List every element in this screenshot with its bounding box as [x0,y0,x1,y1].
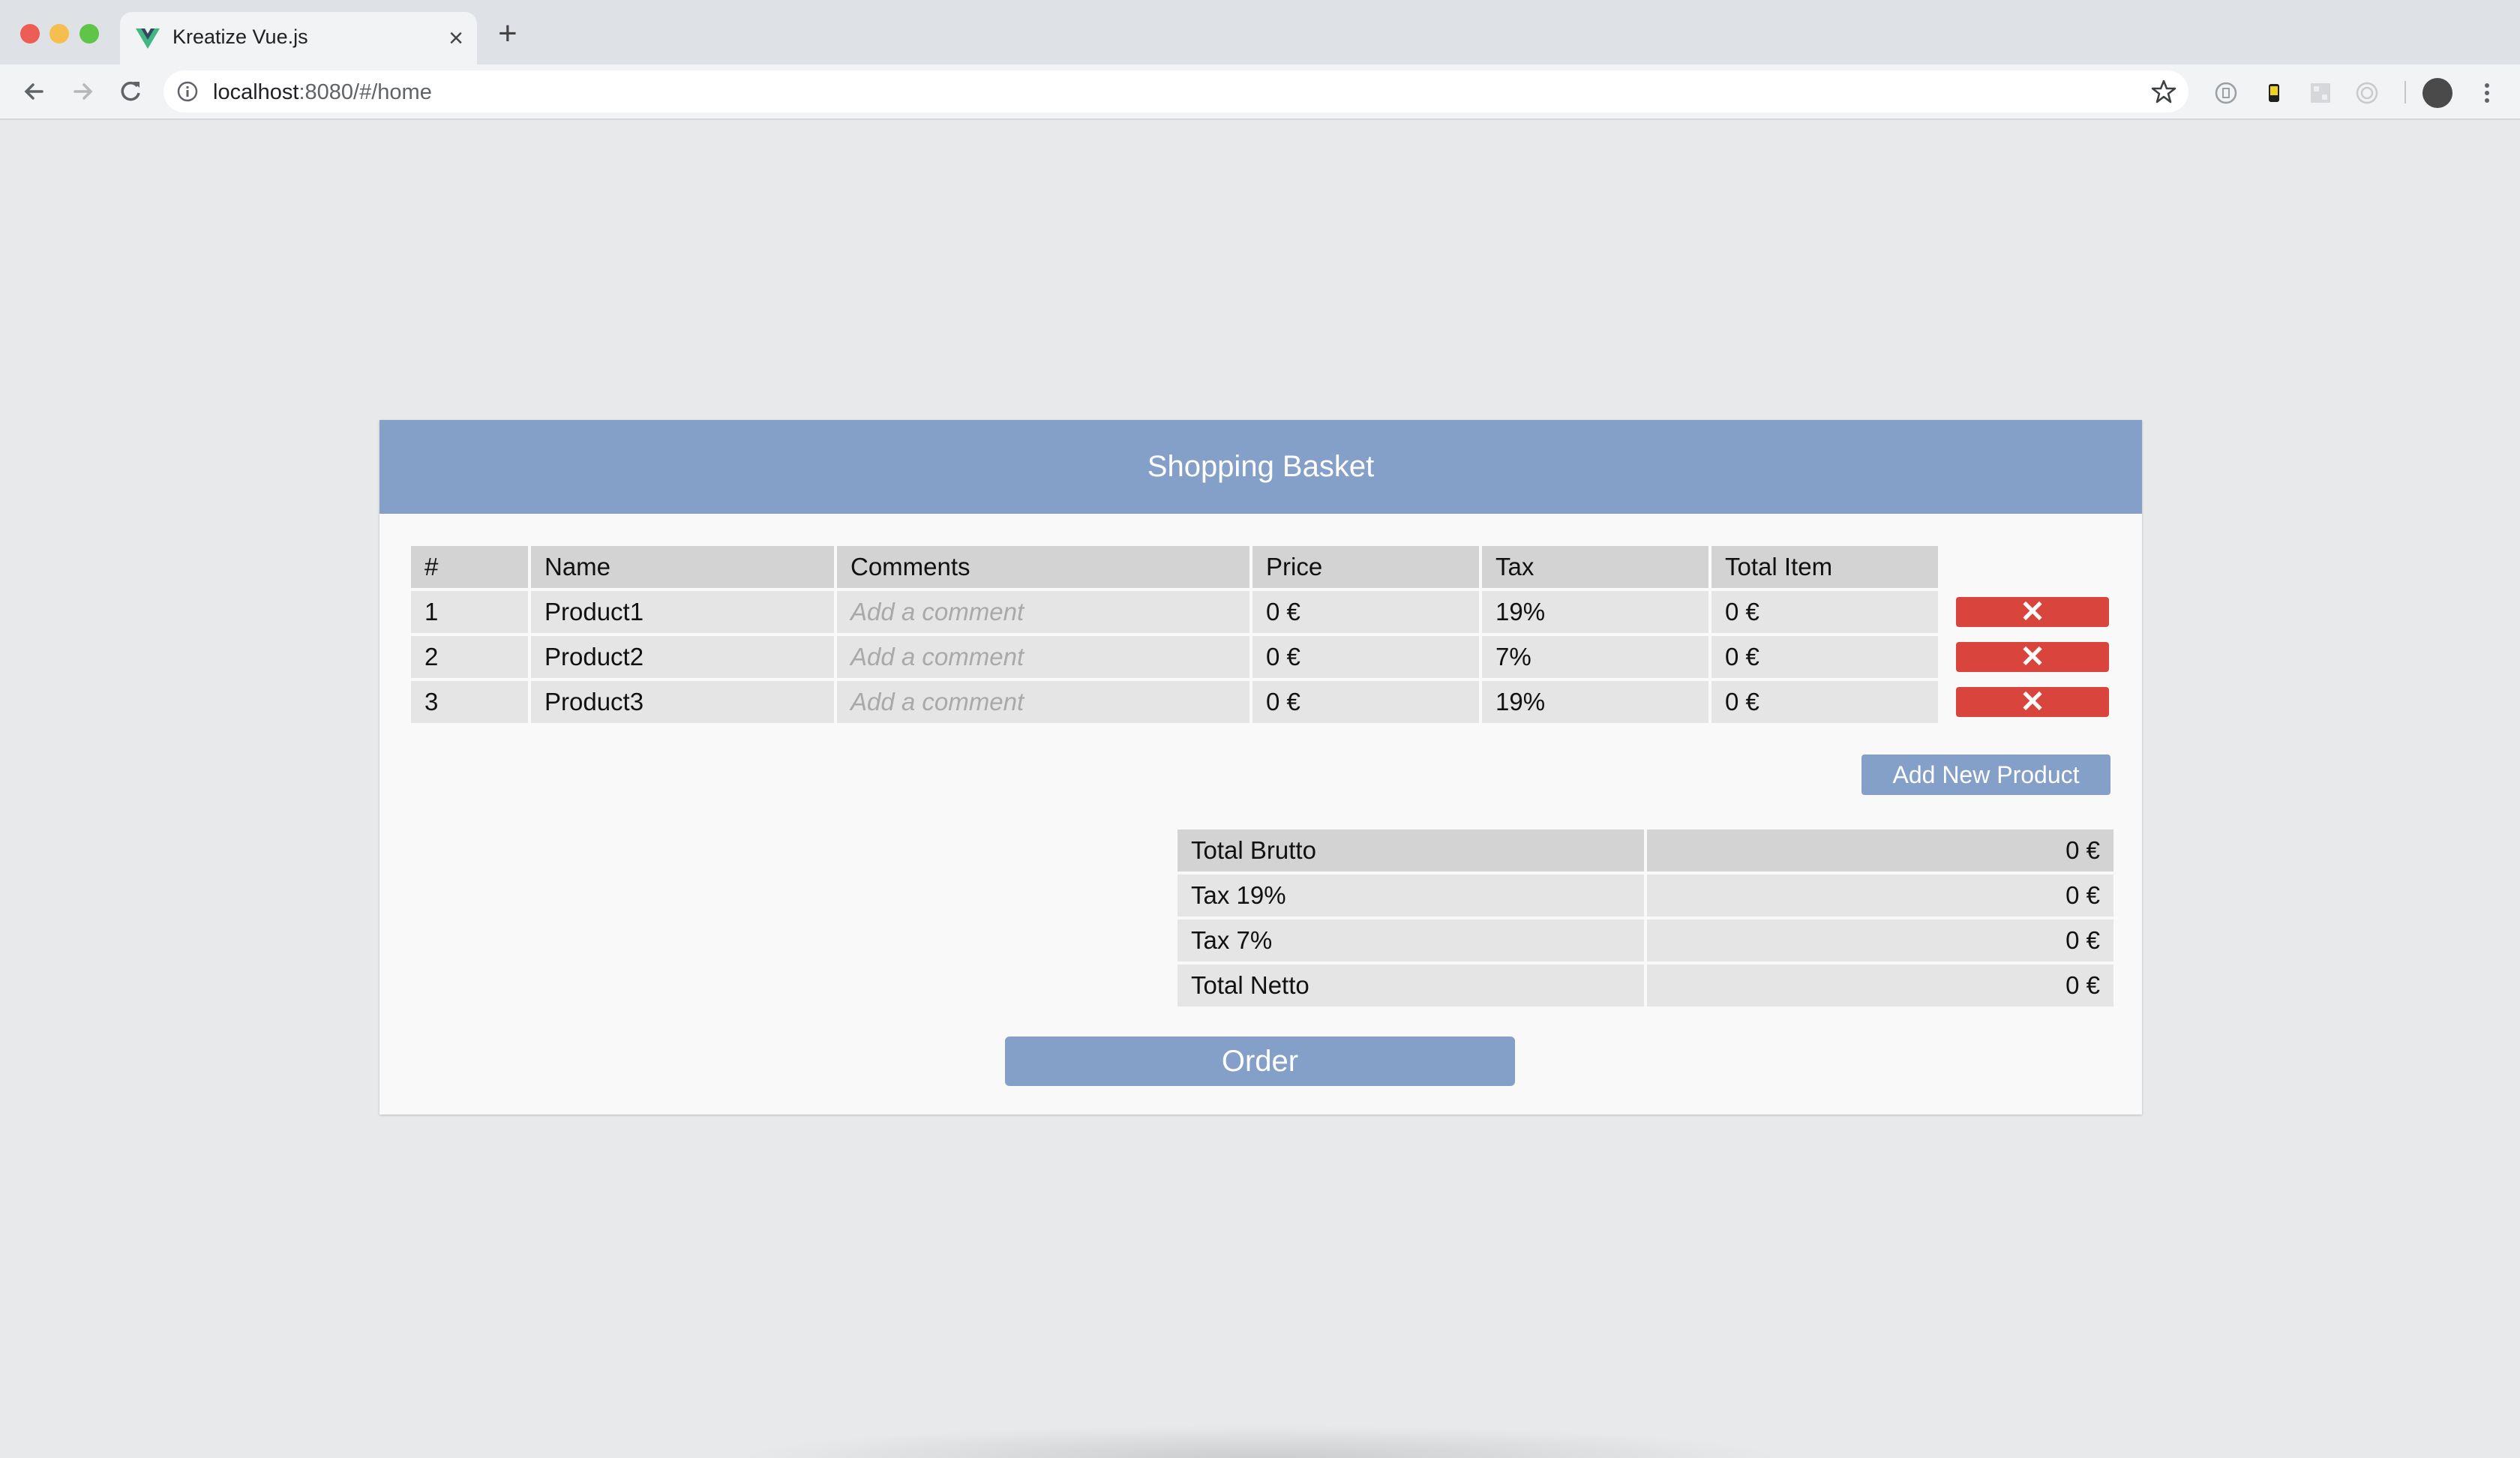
extension-circle-icon[interactable] [2212,80,2240,106]
close-x-icon: ✕ [2020,640,2045,674]
back-arrow-icon[interactable] [18,75,51,108]
row-number: 2 [411,636,528,678]
tax-7-value: 0 € [1647,920,2114,962]
totals-row: Total Brutto 0 € [1178,830,2114,872]
total-netto-label: Total Netto [1178,964,1644,1006]
column-header-tax: Tax [1482,546,1708,588]
tax-7-label: Tax 7% [1178,920,1644,962]
table-header-row: # Name Comments Price Tax Total Item [411,546,2109,588]
product-name: Product2 [531,636,834,678]
row-number: 3 [411,681,528,723]
maximize-window-button[interactable] [80,24,99,44]
column-header-name: Name [531,546,834,588]
row-number: 1 [411,591,528,633]
total-netto-value: 0 € [1647,964,2114,1006]
comment-input[interactable]: Add a comment [837,636,1250,678]
more-menu-icon[interactable] [2480,78,2494,108]
total-brutto-label: Total Brutto [1178,830,1644,872]
total-brutto-value: 0 € [1647,830,2114,872]
tax-19-label: Tax 19% [1178,874,1644,916]
product-price: 0 € [1252,636,1479,678]
tab-strip: Kreatize Vue.js × + [0,0,2520,64]
product-name: Product1 [531,591,834,633]
product-tax: 7% [1482,636,1708,678]
browser-toolbar: localhost:8080/#/home [0,64,2520,120]
delete-cell: ✕ [1941,591,2109,633]
totals-table: Total Brutto 0 € Tax 19% 0 € Tax 7% 0 € … [1174,826,2116,1010]
totals-row: Tax 7% 0 € [1178,920,2114,962]
url-text: localhost:8080/#/home [213,80,432,105]
window-shadow [735,1425,1785,1458]
delete-product-button[interactable]: ✕ [1956,687,2109,717]
vue-logo-icon [136,28,160,49]
close-x-icon: ✕ [2020,686,2045,718]
tab-title: Kreatize Vue.js [172,26,308,48]
add-new-product-button[interactable]: Add New Product [1862,754,2110,795]
forward-arrow-icon[interactable] [66,75,99,108]
delete-product-button[interactable]: ✕ [1956,597,2109,627]
extension-battery-icon[interactable] [2260,80,2288,106]
table-row: 2 Product2 Add a comment 0 € 7% 0 € ✕ [411,636,2109,678]
product-total: 0 € [1712,636,1938,678]
new-tab-icon[interactable]: + [498,16,518,51]
column-header-actions [1941,546,2109,588]
table-row: 1 Product1 Add a comment 0 € 19% 0 € ✕ [411,591,2109,633]
close-window-button[interactable] [20,24,40,44]
reload-icon[interactable] [114,75,147,108]
order-button[interactable]: Order [1005,1036,1515,1086]
info-icon[interactable] [176,80,200,104]
comment-input[interactable]: Add a comment [837,681,1250,723]
browser-tab[interactable]: Kreatize Vue.js × [120,12,477,64]
extension-target-icon[interactable] [2354,80,2380,106]
comment-input[interactable]: Add a comment [837,591,1250,633]
column-header-comments: Comments [837,546,1250,588]
url-host: localhost [213,80,299,104]
bookmark-star-icon[interactable] [2151,79,2176,104]
product-price: 0 € [1252,681,1479,723]
tax-19-value: 0 € [1647,874,2114,916]
product-tax: 19% [1482,591,1708,633]
toolbar-separator [2404,81,2406,104]
basket-title: Shopping Basket [380,420,2142,514]
totals-row: Tax 19% 0 € [1178,874,2114,916]
minimize-window-button[interactable] [50,24,69,44]
close-tab-icon[interactable]: × [448,23,464,53]
shopping-basket-card: Shopping Basket # Name Comments Price Ta… [380,420,2142,1114]
product-price: 0 € [1252,591,1479,633]
column-header-price: Price [1252,546,1479,588]
profile-avatar[interactable] [2422,78,2452,108]
product-total: 0 € [1712,591,1938,633]
delete-product-button[interactable]: ✕ [1956,642,2109,672]
delete-cell: ✕ [1941,681,2109,723]
totals-row: Total Netto 0 € [1178,964,2114,1006]
product-name: Product3 [531,681,834,723]
table-row: 3 Product3 Add a comment 0 € 19% 0 € ✕ [411,681,2109,723]
close-x-icon: ✕ [2020,596,2045,628]
delete-cell: ✕ [1941,636,2109,678]
column-header-total-item: Total Item [1712,546,1938,588]
address-bar[interactable]: localhost:8080/#/home [164,70,2188,112]
column-header-number: # [411,546,528,588]
product-tax: 19% [1482,681,1708,723]
product-total: 0 € [1712,681,1938,723]
products-table: # Name Comments Price Tax Total Item 1 P… [408,543,2112,726]
extension-grid-icon[interactable] [2307,80,2334,106]
url-path: :8080/#/home [298,80,432,104]
